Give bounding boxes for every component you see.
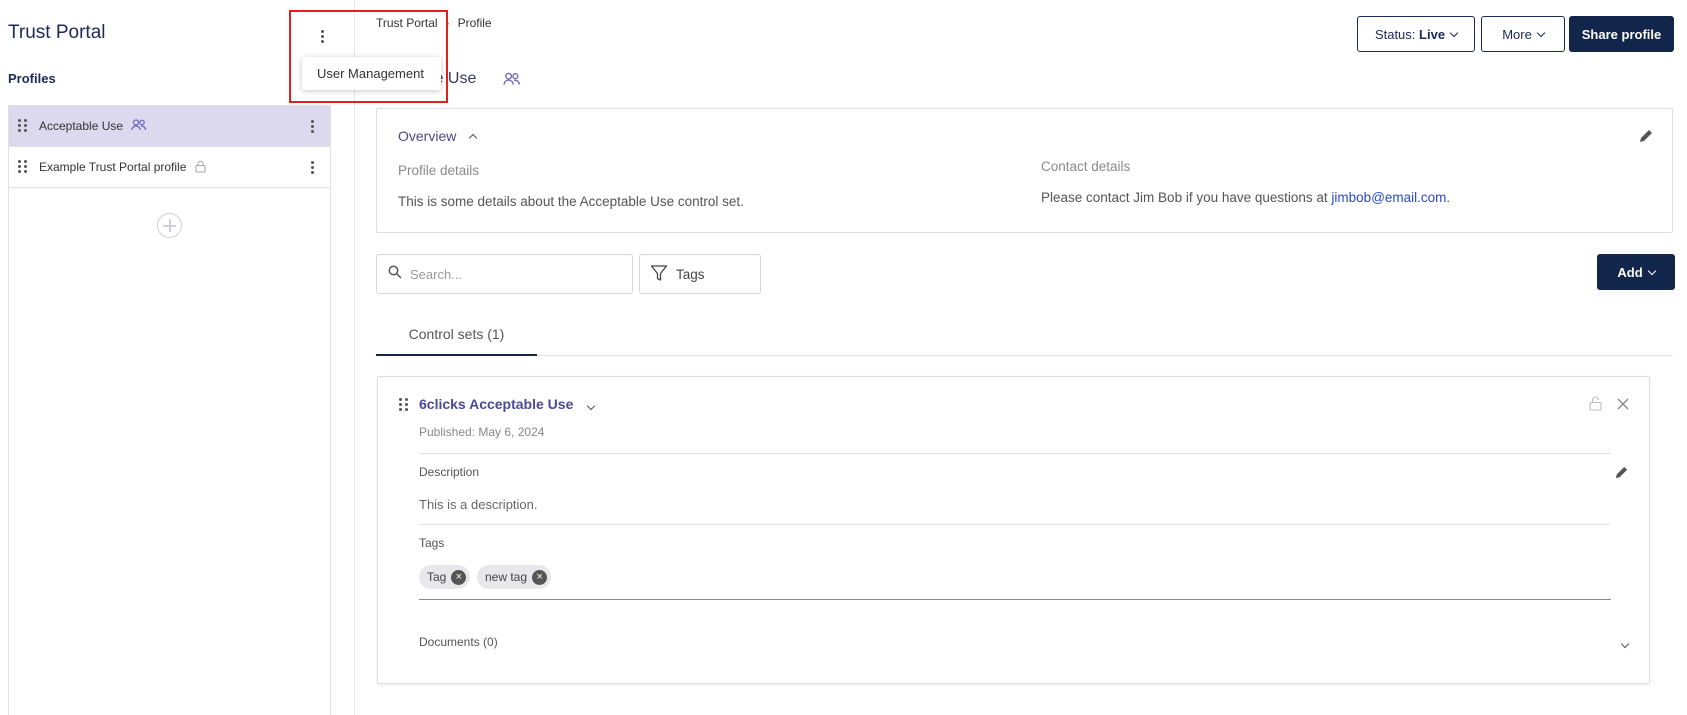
overview-label: Overview xyxy=(398,128,457,144)
menu-item-user-management[interactable]: User Management xyxy=(317,66,424,81)
tab-bar: Control sets (1) xyxy=(376,314,1673,356)
sidebar-dropdown-menu: User Management xyxy=(302,57,441,90)
overview-card: Overview Profile details This is some de… xyxy=(376,108,1673,233)
chevron-down-icon[interactable] xyxy=(586,396,596,414)
tags-input-underline xyxy=(419,599,1611,600)
kebab-icon xyxy=(310,119,314,134)
search-icon xyxy=(388,265,402,284)
more-dropdown-button[interactable]: More xyxy=(1481,16,1565,52)
contact-details-text: Please contact Jim Bob if you have quest… xyxy=(1041,190,1451,205)
tab-control-sets[interactable]: Control sets (1) xyxy=(376,314,537,356)
profile-label: Acceptable Use xyxy=(39,119,124,133)
remove-tag-icon[interactable]: × xyxy=(532,569,548,585)
kebab-icon xyxy=(310,160,314,175)
add-dropdown-button[interactable]: Add xyxy=(1597,254,1675,290)
tags-filter-label: Tags xyxy=(676,266,705,282)
divider xyxy=(419,453,1611,454)
tags-label: Tags xyxy=(419,536,445,550)
divider xyxy=(419,524,1611,525)
profile-menu-button[interactable] xyxy=(302,116,322,136)
chevron-up-icon xyxy=(469,133,478,142)
documents-toggle[interactable]: Documents (0) xyxy=(419,635,498,649)
status-dropdown-button[interactable]: Status: Live xyxy=(1357,16,1475,52)
profile-menu-button[interactable] xyxy=(302,157,322,177)
kebab-icon xyxy=(320,29,324,44)
more-label: More xyxy=(1502,26,1532,42)
profile-details-text: This is some details about the Acceptabl… xyxy=(398,194,744,209)
add-profile-icon[interactable] xyxy=(157,213,182,238)
sidebar-menu-button[interactable] xyxy=(312,26,332,46)
unlock-icon[interactable] xyxy=(1589,396,1602,416)
share-profile-button[interactable]: Share profile xyxy=(1569,16,1674,52)
published-date: Published: May 6, 2024 xyxy=(419,425,545,439)
close-icon[interactable] xyxy=(1617,397,1629,415)
drag-handle-icon[interactable] xyxy=(18,160,28,173)
breadcrumb-link-trust-portal[interactable]: Trust Portal xyxy=(376,16,438,30)
sidebar: Trust Portal Profiles Acceptable Use Exa… xyxy=(0,0,355,715)
control-set-title[interactable]: 6clicks Acceptable Use xyxy=(419,396,573,412)
control-set-card: 6clicks Acceptable Use Published: May 6,… xyxy=(377,376,1650,684)
breadcrumb: Trust Portal › Profile xyxy=(376,16,492,30)
drag-handle-icon[interactable] xyxy=(18,119,28,132)
profile-details-label: Profile details xyxy=(398,163,480,178)
drag-handle-icon[interactable] xyxy=(399,398,409,411)
remove-tag-icon[interactable]: × xyxy=(451,569,467,585)
profile-list: Acceptable Use Example Trust Portal prof… xyxy=(8,105,331,715)
group-icon xyxy=(131,119,147,134)
add-label: Add xyxy=(1617,264,1643,280)
tag-chip: new tag × xyxy=(477,565,552,589)
search-field[interactable] xyxy=(376,254,633,294)
description-text: This is a description. xyxy=(419,497,538,512)
overview-toggle[interactable]: Overview xyxy=(398,128,478,144)
contact-details-label: Contact details xyxy=(1041,159,1131,174)
chevron-down-icon xyxy=(1449,28,1459,37)
tag-chip: Tag × xyxy=(419,565,471,589)
search-input[interactable] xyxy=(410,266,610,282)
tags-filter-button[interactable]: Tags xyxy=(639,254,761,294)
profiles-heading: Profiles xyxy=(8,71,56,86)
edit-pencil-icon[interactable] xyxy=(1638,128,1654,149)
chevron-right-icon: › xyxy=(445,16,450,30)
breadcrumb-current: Profile xyxy=(457,16,492,30)
app-title: Trust Portal xyxy=(8,22,106,43)
profile-label: Example Trust Portal profile xyxy=(39,160,187,174)
share-profile-label: Share profile xyxy=(1581,26,1662,42)
filter-icon xyxy=(650,264,668,285)
chevron-down-icon[interactable] xyxy=(1620,634,1630,652)
status-label: Status: Live xyxy=(1374,26,1446,42)
edit-pencil-icon[interactable] xyxy=(1614,465,1629,485)
profile-item-acceptable-use[interactable]: Acceptable Use xyxy=(9,106,330,147)
lock-icon xyxy=(195,160,206,176)
contact-email-link[interactable]: jimbob@email.com xyxy=(1331,190,1446,205)
chevron-down-icon xyxy=(1536,28,1546,37)
tag-chip-label: new tag xyxy=(485,570,528,584)
profile-item-example-trust-portal[interactable]: Example Trust Portal profile xyxy=(9,147,330,188)
description-label: Description xyxy=(419,465,480,479)
chevron-down-icon xyxy=(1647,266,1656,275)
group-icon xyxy=(503,72,521,91)
tag-chip-label: Tag xyxy=(427,570,447,584)
